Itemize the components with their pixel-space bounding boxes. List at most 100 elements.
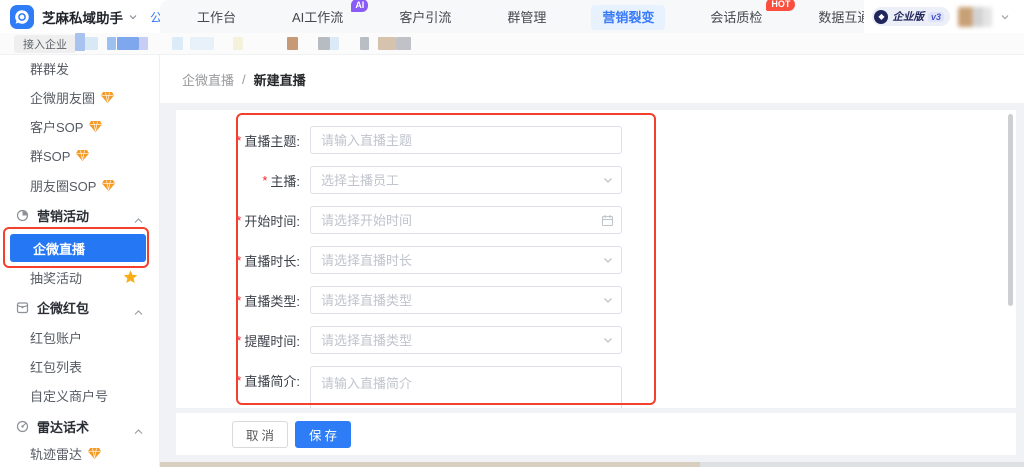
form-row-remind-time: * 提醒时间: — [176, 326, 656, 354]
sidebar-item-group-sop[interactable]: 群SOP — [0, 142, 160, 168]
breadcrumb-current: 新建直播 — [253, 72, 306, 88]
live-type-select[interactable] — [310, 286, 622, 314]
vertical-scrollbar[interactable] — [1008, 114, 1013, 306]
form-row-live-type: * 直播类型: — [176, 286, 656, 314]
breadcrumb: 企微直播 / 新建直播 — [160, 55, 1024, 103]
field-label: * 主播: — [262, 172, 300, 189]
hot-badge: HOT — [766, 0, 796, 11]
sidebar-item-custom-merchant-id[interactable]: 自定义商户号 — [0, 382, 160, 408]
chevron-up-icon — [134, 212, 143, 227]
form-footer: 取消 保存 — [176, 413, 1016, 455]
blurred-tab — [75, 33, 85, 51]
enterprise-plan-badge: ◆ 企业版 v3 — [872, 7, 950, 26]
blurred-tab — [378, 37, 396, 50]
blurred-tab — [330, 37, 339, 50]
star-icon — [123, 270, 138, 287]
blurred-tab — [107, 37, 116, 50]
required-asterisk: * — [236, 252, 242, 268]
sidebar-section-marketing-activities[interactable]: 营销活动 — [0, 202, 160, 228]
required-asterisk: * — [236, 132, 242, 148]
sidebar-item-moments-sop[interactable]: 朋友圈SOP — [0, 172, 160, 198]
form-row-live-intro: * 直播简介: — [176, 366, 656, 408]
blurred-tab — [85, 37, 98, 50]
avatar[interactable] — [958, 6, 992, 27]
form-row-live-topic: * 直播主题: — [176, 126, 656, 154]
required-asterisk: * — [236, 372, 242, 388]
blurred-tab — [190, 37, 214, 50]
ai-badge: AI — [351, 0, 369, 12]
sidebar-item-customer-sop[interactable]: 客户SOP — [0, 113, 160, 139]
company-tab-strip: 接入企业 — [0, 33, 1024, 55]
nav-item-workbench[interactable]: 工作台 — [186, 7, 247, 26]
required-asterisk: * — [236, 332, 242, 348]
field-label: * 提醒时间: — [236, 332, 300, 349]
sidebar-item-trace-radar[interactable]: 轨迹雷达 — [0, 440, 160, 466]
app-title: 芝麻私域助手 — [42, 10, 123, 26]
chevron-down-icon[interactable] — [1000, 12, 1010, 22]
connect-enterprise-button[interactable]: 接入企业 — [14, 35, 76, 53]
required-asterisk: * — [236, 212, 242, 228]
cancel-button[interactable]: 取消 — [232, 420, 289, 448]
blurred-tab — [233, 37, 243, 50]
gem-icon — [76, 149, 90, 161]
top-bar: 芝麻私域助手 公众号 工作台 AI工作流AI 客户引流 群管理 营销裂变 会话质… — [0, 0, 1024, 33]
start-time-picker[interactable] — [310, 206, 622, 234]
nav-item-marketing-fission[interactable]: 营销裂变 — [591, 5, 666, 30]
sidebar-item-group-mass-send[interactable]: 群群发 — [0, 55, 160, 81]
sidebar-item-red-packet-list[interactable]: 红包列表 — [0, 353, 160, 379]
form-row-start-time: * 开始时间: — [176, 206, 656, 234]
red-packet-icon — [16, 301, 29, 314]
marketing-activity-icon — [16, 209, 29, 222]
nav-item-chat-inspection[interactable]: 会话质检 HOT — [699, 0, 796, 26]
field-label: * 直播类型: — [236, 292, 300, 309]
field-label: * 直播简介: — [236, 372, 300, 389]
blurred-tab — [172, 37, 183, 50]
blurred-tab — [117, 37, 139, 50]
sidebar-item-lottery-activity[interactable]: 抽奖活动 — [0, 264, 160, 290]
sidebar-item-red-packet-account[interactable]: 红包账户 — [0, 324, 160, 350]
chevron-up-icon — [134, 304, 143, 319]
sidebar-section-radar-scripts[interactable]: 雷达话术 — [0, 413, 160, 439]
chevron-down-icon[interactable] — [128, 12, 138, 22]
gem-icon — [101, 91, 115, 103]
nav-item-ai-workflow[interactable]: AI工作流 AI — [281, 0, 369, 26]
app-window: 芝麻私域助手 公众号 工作台 AI工作流AI 客户引流 群管理 营销裂变 会话质… — [0, 0, 1024, 467]
blurred-tab — [318, 37, 330, 50]
nav-item-customer-acquisition[interactable]: 客户引流 — [388, 7, 462, 26]
chevron-up-icon — [134, 423, 143, 438]
blurred-company-tabs — [70, 33, 1024, 55]
sidebar-item-wework-live-selected[interactable]: 企微直播 — [10, 234, 146, 262]
window-edge-segment — [160, 462, 700, 467]
form-row-anchor: * 主播: — [176, 166, 656, 194]
nav-item-group-management[interactable]: 群管理 — [496, 7, 557, 26]
breadcrumb-parent[interactable]: 企微直播 — [182, 70, 234, 89]
live-topic-input[interactable] — [310, 126, 622, 154]
window-edge-segment — [700, 462, 1024, 467]
gem-icon — [102, 179, 116, 191]
form-row-duration: * 直播时长: — [176, 246, 656, 274]
gem-icon — [88, 447, 102, 459]
breadcrumb-separator: / — [242, 71, 246, 87]
version-badge: v3 — [927, 11, 944, 22]
enterprise-icon: ◆ — [874, 9, 889, 24]
duration-select[interactable] — [310, 246, 622, 274]
radar-icon — [16, 420, 29, 433]
blurred-tab — [287, 37, 298, 50]
blurred-tab — [396, 37, 411, 50]
sidebar-section-wework-red-packet[interactable]: 企微红包 — [0, 294, 160, 320]
field-label: * 直播主题: — [236, 132, 300, 149]
blurred-tab — [360, 37, 369, 50]
gem-icon — [89, 120, 103, 132]
anchor-select[interactable] — [310, 166, 622, 194]
required-asterisk: * — [236, 292, 242, 308]
save-button[interactable]: 保存 — [295, 420, 352, 448]
sidebar: 群群发 企微朋友圈 客户SOP 群SOP 朋友圈SOP 营销活动 企微直播 抽奖… — [0, 55, 160, 467]
remind-time-select[interactable] — [310, 326, 622, 354]
app-logo-icon — [10, 4, 34, 29]
field-label: * 开始时间: — [236, 212, 300, 229]
sidebar-item-wework-moments[interactable]: 企微朋友圈 — [0, 84, 160, 110]
required-asterisk: * — [262, 172, 268, 188]
blurred-tab — [139, 37, 148, 50]
live-intro-textarea[interactable] — [310, 366, 622, 408]
new-live-form-card: * 直播主题: * 主播: * 开始时间: — [176, 110, 1016, 408]
